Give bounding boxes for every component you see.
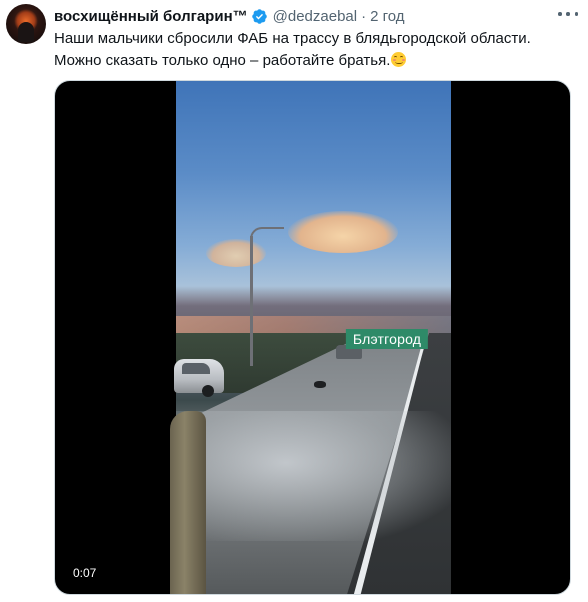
tweet-text: Наши мальчики сбросили ФАБ на трассу в б… [54,28,574,72]
cloud [288,211,398,253]
tweet-text-line-2-wrap: Можно сказать только одно – работайте бр… [54,50,574,72]
road-debris-cover [176,411,451,541]
video-player[interactable]: Блэтгород 0:07 [54,80,571,595]
more-options-icon[interactable] [558,6,578,22]
video-duration: 0:07 [73,566,97,580]
avatar[interactable] [6,4,46,44]
tweet[interactable]: восхищённый болгарин™ @dedzaebal · 2 год… [0,0,588,602]
bomb-debris [314,381,326,388]
street-lamp-pole [250,236,253,366]
verified-badge-icon [251,8,267,24]
city-sign: Блэтгород [345,329,429,349]
author-name[interactable]: восхищённый болгарин™ [54,8,248,25]
tweet-text-line-2: Можно сказать только одно – работайте бр… [54,52,391,69]
video-frame[interactable]: Блэтгород [170,81,451,594]
timestamp[interactable]: 2 год [370,8,404,25]
smiling-face-icon [391,52,407,67]
author-handle[interactable]: @dedzaebal [273,8,357,25]
tweet-header: восхищённый болгарин™ @dedzaebal · 2 год [54,6,554,26]
tweet-text-line-1: Наши мальчики сбросили ФАБ на трассу в б… [54,30,531,47]
soldier-silhouette [170,411,206,594]
parked-car [174,359,224,397]
separator-dot: · [361,7,367,25]
cloud [206,239,266,267]
street-lamp-arm [250,227,284,239]
